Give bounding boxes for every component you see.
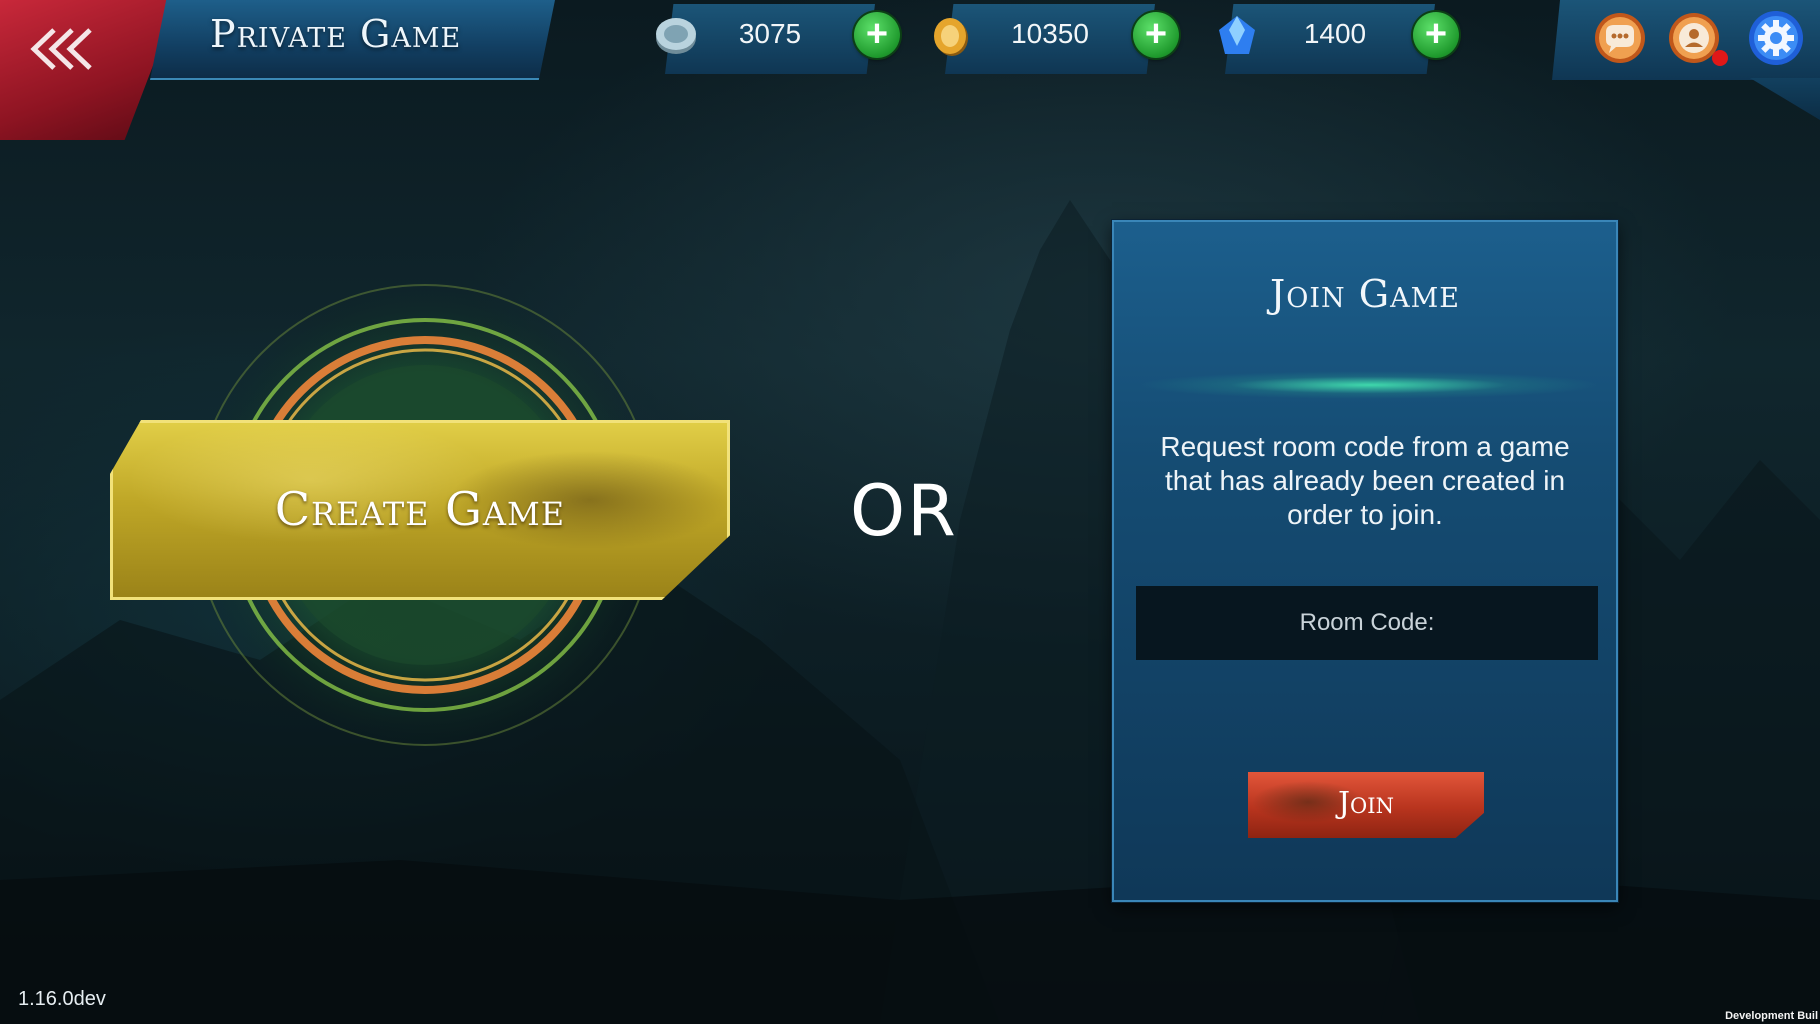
blue-gem-icon	[1219, 16, 1255, 54]
join-game-title: Join Game	[1270, 272, 1460, 316]
page-title: Private Game	[210, 12, 462, 56]
add-gold-button[interactable]: +	[1133, 12, 1179, 58]
back-button[interactable]	[0, 0, 178, 140]
settings-button[interactable]	[1748, 10, 1804, 66]
add-silver-button[interactable]: +	[854, 12, 900, 58]
chat-bubble-icon	[1595, 13, 1645, 63]
development-build-label: Development Buil	[1725, 1010, 1818, 1022]
currency-gem-value: 1400	[1303, 18, 1367, 49]
notification-badge	[1712, 50, 1728, 66]
chat-button[interactable]	[1594, 12, 1646, 64]
currency-gold-value: 10350	[1011, 18, 1089, 49]
currency-silver-value: 3075	[738, 18, 802, 49]
or-separator: OR	[850, 470, 958, 552]
join-game-panel: Join Game Request room code from a game …	[1112, 220, 1618, 902]
join-button-label: Join	[1338, 786, 1394, 821]
gear-icon	[1749, 11, 1803, 65]
version-label: 1.16.0dev	[18, 988, 106, 1010]
glow-divider	[1134, 367, 1604, 403]
create-game-label: Create Game	[274, 482, 566, 536]
join-button[interactable]: Join	[1248, 772, 1484, 838]
room-code-input[interactable]	[1136, 586, 1598, 660]
triple-chevron-left-icon	[30, 28, 92, 70]
silver-token-icon	[656, 18, 696, 54]
gold-coin-icon	[934, 18, 968, 56]
right-tab-tail	[1750, 78, 1820, 120]
create-game-button[interactable]: Create Game	[110, 420, 730, 600]
join-instructions: Request room code from a game that has a…	[1160, 431, 1570, 530]
add-gem-button[interactable]: +	[1413, 12, 1459, 58]
